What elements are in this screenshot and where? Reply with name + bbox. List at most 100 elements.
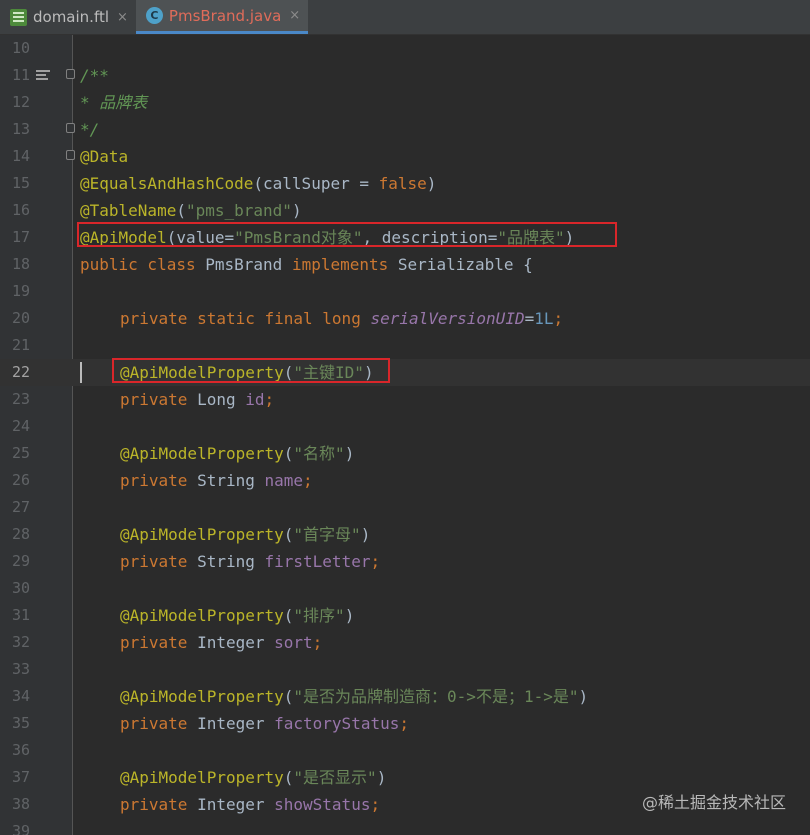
code-text: @TableName("pms_brand"): [80, 197, 302, 224]
code-line[interactable]: 36: [0, 737, 810, 764]
code-token: @TableName: [80, 201, 177, 220]
line-number: 22: [11, 363, 30, 381]
code-line[interactable]: 19: [0, 278, 810, 305]
code-token: Integer: [197, 633, 275, 652]
code-line[interactable]: 22 @ApiModelProperty("主键ID"): [0, 359, 810, 386]
code-line[interactable]: 39: [0, 818, 810, 835]
code-line[interactable]: 12 * 品牌表: [0, 89, 810, 116]
code-line[interactable]: 32 private Integer sort;: [0, 629, 810, 656]
line-number: 38: [11, 795, 30, 813]
line-number: 35: [11, 714, 30, 732]
line-number: 30: [11, 579, 30, 597]
code-token: factoryStatus: [274, 714, 400, 733]
structure-icon[interactable]: [36, 68, 52, 82]
editor-tab-bar: domain.ftl × C PmsBrand.java ×: [0, 0, 810, 35]
code-text: private static final long serialVersionU…: [80, 305, 563, 332]
code-line[interactable]: 25 @ApiModelProperty("名称"): [0, 440, 810, 467]
code-line[interactable]: 37 @ApiModelProperty("是否显示"): [0, 764, 810, 791]
code-line[interactable]: 29 private String firstLetter;: [0, 548, 810, 575]
code-text: private Integer showStatus;: [80, 791, 380, 818]
code-token: @Data: [80, 147, 129, 166]
code-token: @ApiModelProperty: [120, 606, 284, 625]
code-text: @ApiModelProperty("是否显示"): [80, 764, 386, 791]
line-number: 24: [11, 417, 30, 435]
code-line[interactable]: 31 @ApiModelProperty("排序"): [0, 602, 810, 629]
code-editor[interactable]: 10 11 /** 12 * 品牌表 13 */ 14 @Data 15 @EqualsAndHas…: [0, 35, 810, 835]
code-line[interactable]: 17 @ApiModel(value="PmsBrand对象", descript…: [0, 224, 810, 251]
code-line[interactable]: 26 private String name;: [0, 467, 810, 494]
fold-marker-icon[interactable]: [66, 123, 75, 133]
tab-label: PmsBrand.java: [168, 6, 282, 25]
line-number: 13: [11, 120, 30, 138]
code-token: implements: [291, 255, 398, 274]
code-line[interactable]: 11 /**: [0, 62, 810, 89]
code-token: PmsBrand: [205, 255, 292, 274]
code-line[interactable]: 10: [0, 35, 810, 62]
code-line[interactable]: 13 */: [0, 116, 810, 143]
java-class-icon: C: [145, 7, 163, 24]
ftl-file-icon: [10, 8, 27, 26]
tab-label: domain.ftl: [33, 8, 110, 26]
line-number: 10: [11, 39, 30, 57]
code-token: "pms_brand": [185, 201, 292, 220]
fold-marker-icon[interactable]: [66, 150, 75, 160]
code-token: (: [283, 525, 294, 544]
code-text: private String firstLetter;: [80, 548, 380, 575]
line-number: 14: [11, 147, 30, 165]
line-number: 18: [11, 255, 30, 273]
code-text: private Integer sort;: [80, 629, 322, 656]
code-token: "主键ID": [293, 363, 364, 382]
code-line[interactable]: 16 @TableName("pms_brand"): [0, 197, 810, 224]
code-token: String: [197, 471, 265, 490]
tab-pmsbrand-java[interactable]: C PmsBrand.java ×: [135, 0, 309, 34]
code-token: /**: [80, 66, 109, 85]
code-text: @ApiModelProperty("名称"): [80, 440, 354, 467]
close-icon[interactable]: ×: [289, 8, 300, 23]
line-number: 34: [11, 687, 30, 705]
code-token: serialVersionUID: [370, 309, 525, 328]
code-token: (: [176, 201, 186, 220]
code-line[interactable]: 21: [0, 332, 810, 359]
code-token: "品牌表": [497, 228, 565, 247]
code-text: @EqualsAndHashCode(callSuper = false): [80, 170, 436, 197]
code-line[interactable]: 35 private Integer factoryStatus;: [0, 710, 810, 737]
code-token: ): [564, 228, 575, 247]
code-token: Serializable {: [397, 255, 533, 274]
code-token: @ApiModelProperty: [120, 363, 284, 382]
code-line[interactable]: 18 public class PmsBrand implements Seria…: [0, 251, 810, 278]
code-token: private: [120, 552, 198, 571]
code-line[interactable]: 23 private Long id;: [0, 386, 810, 413]
watermark: @稀土掘金技术社区: [641, 793, 786, 812]
close-icon[interactable]: ×: [117, 10, 128, 25]
code-line[interactable]: 28 @ApiModelProperty("首字母"): [0, 521, 810, 548]
code-token: ): [291, 201, 302, 220]
code-line[interactable]: 15 @EqualsAndHashCode(callSuper = false): [0, 170, 810, 197]
line-number: 25: [11, 444, 30, 462]
ide-window: domain.ftl × C PmsBrand.java × 10 11 /** 12…: [0, 0, 810, 835]
code-token: (: [283, 606, 294, 625]
code-token: * 品牌表: [80, 93, 148, 112]
code-line[interactable]: 34 @ApiModelProperty("是否为品牌制造商：0->不是；1->是…: [0, 683, 810, 710]
code-text: private Long id;: [80, 386, 274, 413]
code-token: @ApiModelProperty: [120, 687, 284, 706]
code-token: ;: [264, 390, 275, 409]
fold-marker-icon[interactable]: [66, 69, 75, 79]
code-line[interactable]: 33: [0, 656, 810, 683]
code-line[interactable]: 27: [0, 494, 810, 521]
code-text: /**: [80, 62, 109, 89]
code-token: 1L: [534, 309, 554, 328]
code-token: (: [283, 687, 294, 706]
code-token: ): [360, 525, 371, 544]
code-line[interactable]: 24: [0, 413, 810, 440]
code-text: private String name;: [80, 467, 313, 494]
code-token: private static final long: [120, 309, 371, 328]
code-text: @ApiModelProperty("排序"): [80, 602, 354, 629]
code-line[interactable]: 20 private static final long serialVersio…: [0, 305, 810, 332]
line-number: 26: [11, 471, 30, 489]
code-line[interactable]: 30: [0, 575, 810, 602]
tab-domain-ftl[interactable]: domain.ftl ×: [0, 0, 136, 34]
code-line[interactable]: 14 @Data: [0, 143, 810, 170]
text-caret: [80, 362, 82, 383]
code-token: ): [344, 444, 355, 463]
line-number: 17: [11, 228, 30, 246]
